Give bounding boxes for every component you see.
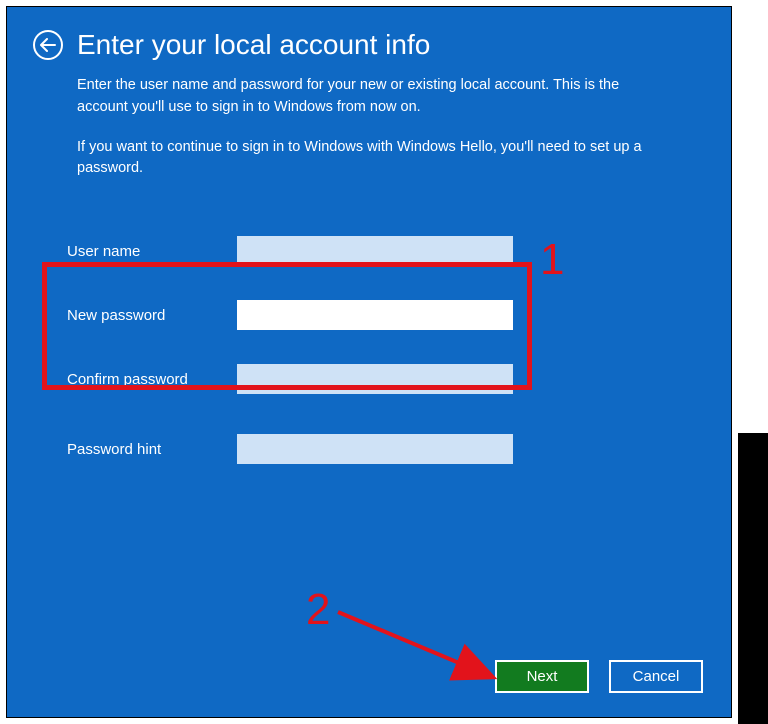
new-password-label: New password: [67, 307, 237, 324]
description-text-2: If you want to continue to sign in to Wi…: [77, 137, 671, 181]
dialog-window: Enter your local account info Enter the …: [6, 6, 732, 718]
page-title: Enter your local account info: [77, 29, 430, 61]
next-button[interactable]: Next: [495, 660, 589, 693]
header: Enter your local account info: [7, 7, 731, 61]
cancel-button[interactable]: Cancel: [609, 660, 703, 693]
description-block: Enter the user name and password for you…: [7, 61, 731, 180]
new-password-input[interactable]: [237, 300, 513, 330]
description-text-1: Enter the user name and password for you…: [77, 75, 671, 119]
footer-buttons: Next Cancel: [495, 660, 703, 693]
back-button[interactable]: [33, 30, 63, 60]
password-hint-input[interactable]: [237, 434, 513, 464]
annotation-number-1: 1: [540, 235, 564, 285]
arrow-left-icon: [40, 38, 56, 52]
password-hint-label: Password hint: [67, 441, 237, 458]
annotation-number-2: 2: [306, 585, 330, 635]
username-input[interactable]: [237, 236, 513, 266]
username-label: User name: [67, 243, 237, 260]
confirm-password-row: Confirm password: [67, 347, 667, 411]
username-row: User name: [67, 219, 667, 283]
confirm-password-input[interactable]: [237, 364, 513, 394]
form-area: User name New password Confirm password …: [67, 219, 667, 481]
black-strip: [738, 433, 768, 724]
confirm-password-label: Confirm password: [67, 371, 237, 388]
password-hint-row: Password hint: [67, 417, 667, 481]
new-password-row: New password: [67, 283, 667, 347]
